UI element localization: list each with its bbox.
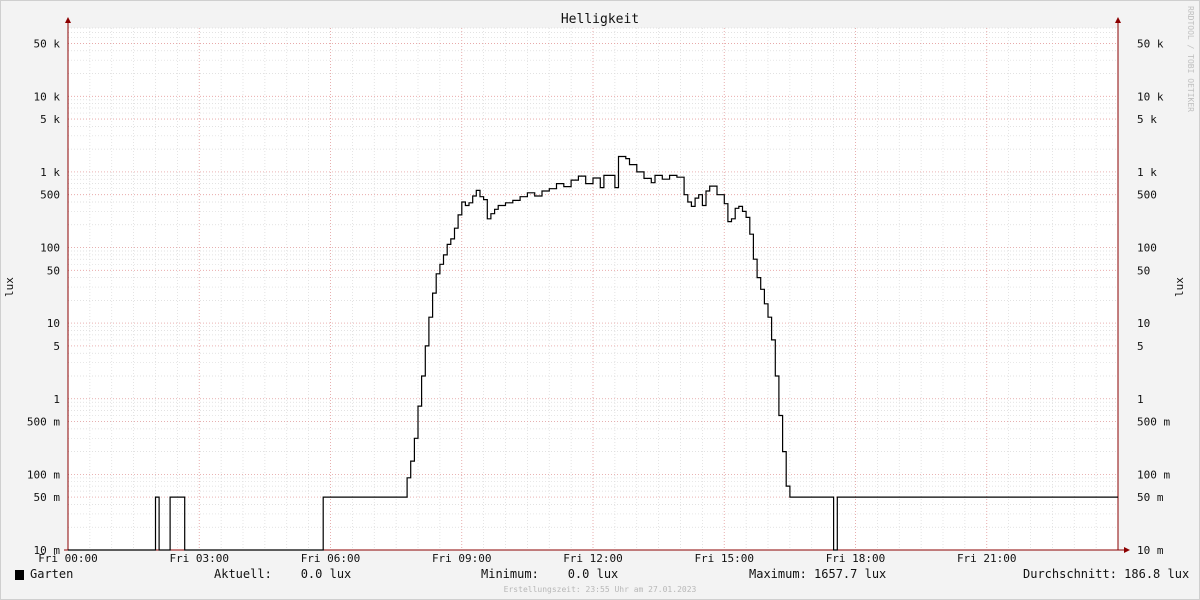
- x-tick-label: Fri 12:00: [563, 552, 623, 565]
- watermark: RRDTOOL / TOBI OETIKER: [1186, 6, 1195, 112]
- y-tick-label-right: 500: [1137, 189, 1157, 202]
- y-tick-label-left: 100 m: [27, 468, 60, 481]
- y-tick-label-left: 50 m: [34, 491, 61, 504]
- y-tick-label-right: 50 m: [1137, 491, 1164, 504]
- y-tick-label-right: 1 k: [1137, 166, 1157, 179]
- y-tick-label-left: 1 k: [40, 166, 60, 179]
- legend-current: Aktuell: 0.0 lux: [214, 567, 352, 581]
- legend-series-label: Garten: [30, 567, 74, 581]
- y-tick-label-left: 10: [47, 317, 60, 330]
- y-tick-label-right: 10 m: [1137, 544, 1164, 557]
- brightness-chart: Helligkeit lux lux 10 m 10 m50 m 50 m100 m…: [3, 12, 1186, 565]
- y-tick-label-left: 100: [40, 242, 60, 255]
- y-tick-label-right: 5 k: [1137, 113, 1157, 126]
- y-axis-label-left: lux: [3, 277, 16, 297]
- chart-title: Helligkeit: [561, 12, 639, 27]
- x-tick-label: Fri 21:00: [957, 552, 1017, 565]
- y-tick-label-right: 5: [1137, 340, 1144, 353]
- y-tick-label-left: 500: [40, 189, 60, 202]
- y-tick-label-right: 1: [1137, 393, 1144, 406]
- x-axis-arrow: [1124, 547, 1130, 553]
- x-tick-label: Fri 15:00: [694, 552, 754, 565]
- y-tick-label-left: 10 k: [34, 90, 61, 103]
- y-tick-label-left: 5: [53, 340, 60, 353]
- legend-maximum: Maximum: 1657.7 lux: [749, 567, 887, 581]
- legend-average: Durchschnitt: 186.8 lux: [1023, 567, 1190, 581]
- y-axis-label-right: lux: [1173, 277, 1186, 297]
- y-tick-label-right: 50: [1137, 264, 1150, 277]
- y-tick-label-right: 10: [1137, 317, 1150, 330]
- y-tick-label-right: 100 m: [1137, 468, 1170, 481]
- y-tick-label-left: 500 m: [27, 416, 60, 429]
- x-tick-label: Fri 18:00: [826, 552, 886, 565]
- x-tick-labels: Fri 00:00 Fri 03:00 Fri 06:00 Fri 09:00 Fri …: [38, 552, 1016, 565]
- y-axis-arrow-left: [65, 17, 71, 23]
- legend-minimum: Minimum: 0.0 lux: [481, 567, 619, 581]
- y-tick-label-left: 5 k: [40, 113, 60, 126]
- y-tick-label-left: 1: [53, 393, 60, 406]
- y-axis-arrow-right: [1115, 17, 1121, 23]
- x-tick-label: Fri 00:00: [38, 552, 98, 565]
- y-tick-label-right: 100: [1137, 242, 1157, 255]
- y-tick-label-left: 50 k: [34, 37, 61, 50]
- y-tick-label-right: 500 m: [1137, 416, 1170, 429]
- y-tick-label-right: 10 k: [1137, 90, 1164, 103]
- y-tick-label-left: 50: [47, 264, 60, 277]
- x-tick-label: Fri 03:00: [169, 552, 229, 565]
- legend-swatch: [15, 570, 24, 580]
- creation-time: Erstellungszeit: 23:55 Uhr am 27.01.2023: [503, 585, 697, 594]
- x-tick-label: Fri 06:00: [301, 552, 361, 565]
- x-tick-label: Fri 09:00: [432, 552, 492, 565]
- y-tick-label-right: 50 k: [1137, 37, 1164, 50]
